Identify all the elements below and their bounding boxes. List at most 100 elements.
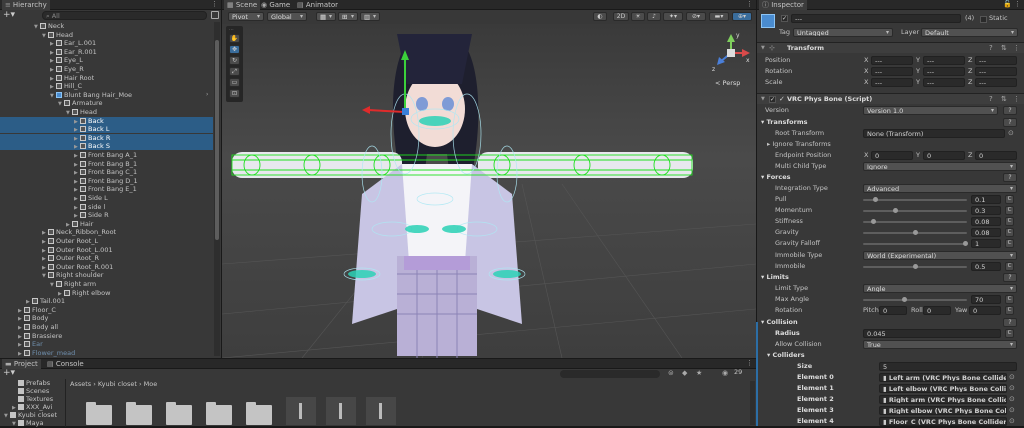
hierarchy-scroll-thumb[interactable] (215, 40, 219, 240)
add-asset-icon[interactable]: +▾ (3, 368, 15, 378)
endpoint-y-field[interactable]: 0 (923, 151, 965, 160)
breadcrumb-item[interactable]: Assets (70, 380, 91, 388)
force-slider-knob[interactable] (873, 197, 878, 202)
hierarchy-item[interactable]: ▶ Neck_Ribbon_Root (0, 228, 213, 236)
physbone-header[interactable]: ▼ ✓ ✓ VRC Phys Bone (Script) ? ⇅ ⋮ (757, 93, 1024, 104)
audio-toggle[interactable]: ♪ (647, 12, 661, 21)
tree-item-prefabs[interactable]: Prefabs (18, 379, 50, 387)
force-slider[interactable] (863, 230, 967, 235)
transform-z-field[interactable]: --- (975, 56, 1017, 65)
yaw-field[interactable]: 0 (969, 306, 1001, 315)
global-dropdown[interactable]: Global (267, 12, 307, 21)
hierarchy-item[interactable]: ▶ Outer Root_L (0, 237, 213, 245)
hierarchy-item[interactable]: ▶ Back S (0, 142, 213, 151)
rotate-tool-icon[interactable]: ↻ (229, 56, 240, 65)
grid-plane-dropdown[interactable]: ▥ (360, 12, 380, 21)
asset-folder[interactable] (246, 402, 272, 425)
hierarchy-item[interactable]: ▼ Right shoulder (0, 271, 213, 279)
hierarchy-item[interactable]: ▶ Front Bang C_1 (0, 168, 213, 176)
collision-help-button[interactable]: ? (1003, 318, 1017, 327)
object-picker-icon[interactable]: ⊙ (1009, 373, 1015, 381)
hierarchy-item[interactable]: ▶ Back (0, 116, 213, 125)
scene-viewport[interactable]: ··· ✋ ✥ ↻ ⤢ ▭ ⊡ y x z < Persp (222, 24, 756, 358)
hierarchy-item[interactable]: ▶ Outer Root_R.001 (0, 263, 213, 271)
asset-folder[interactable] (166, 402, 192, 425)
hierarchy-item[interactable]: ▶ Front Bang D_1 (0, 177, 213, 185)
tag-dropdown[interactable]: Untagged (793, 28, 893, 37)
presets-icon[interactable]: ⇅ (1001, 95, 1007, 103)
hierarchy-item[interactable]: ▶ Flower_mead (0, 349, 213, 357)
transform-x-field[interactable]: --- (871, 67, 913, 76)
hierarchy-item[interactable]: ▶ Outer Root_R (0, 254, 213, 262)
hierarchy-item[interactable]: ▶ Eye_L (0, 56, 213, 64)
effects-toggle[interactable]: ✦▾ (663, 12, 683, 21)
grid-snap-dropdown[interactable]: ▦ (316, 12, 336, 21)
max-angle-curve-button[interactable]: C (1005, 295, 1014, 304)
hierarchy-item[interactable]: ▶ Front Bang A_1 (0, 151, 213, 159)
inspector-more-icon[interactable]: ⋮ (1014, 0, 1021, 8)
tree-item-textures[interactable]: Textures (18, 395, 53, 403)
scene-more-icon[interactable]: ⋮ (746, 0, 753, 8)
roll-field[interactable]: 0 (923, 306, 951, 315)
more-icon[interactable]: ⋮ (211, 0, 218, 8)
hierarchy-item[interactable]: ▶ Tail.001 (0, 297, 213, 305)
lighting-toggle[interactable]: ☀ (631, 12, 645, 21)
limits-section-header[interactable]: ▾ Limits (761, 273, 789, 282)
max-angle-slider[interactable] (863, 297, 967, 302)
collision-section-header[interactable]: ▾ Collision (761, 318, 798, 327)
snap-increment-dropdown[interactable]: ⊞ (338, 12, 358, 21)
limit-type-dropdown[interactable]: Angle (863, 284, 1017, 293)
radius-field[interactable]: 0.045 (863, 329, 1001, 338)
rect-tool-icon[interactable]: ▭ (229, 78, 240, 87)
hierarchy-item[interactable]: ▶ Side R (0, 211, 213, 219)
hierarchy-item[interactable]: ▶ side l (0, 203, 213, 211)
layer-dropdown[interactable]: Default (921, 28, 1018, 37)
tab-console[interactable]: ▤ Console (44, 359, 87, 369)
immobile-slider[interactable] (863, 264, 967, 269)
object-picker-icon[interactable]: ⊙ (1009, 406, 1015, 414)
gizmos-button[interactable]: ⊕▾ (732, 12, 752, 21)
hierarchy-item[interactable]: ▶ Front Bang E_1 (0, 185, 213, 193)
endpoint-x-field[interactable]: 0 (871, 151, 913, 160)
force-slider[interactable] (863, 219, 967, 224)
visibility-icon[interactable]: ◉ (722, 369, 728, 377)
pitch-field[interactable]: 0 (879, 306, 907, 315)
breadcrumb-item[interactable]: Kyubi closet (98, 380, 137, 388)
tab-game[interactable]: ◉ Game (258, 0, 293, 10)
filter-icon[interactable]: ⊜ (668, 369, 674, 377)
project-search-input[interactable] (560, 370, 660, 378)
force-value-field[interactable]: 0.08 (971, 217, 1001, 226)
transform-x-field[interactable]: --- (871, 56, 913, 65)
hierarchy-item[interactable]: ▼ Armature (0, 99, 213, 107)
move-tool-icon[interactable]: ✥ (229, 45, 240, 54)
hierarchy-item[interactable]: ▶ Ear_R.001 (0, 48, 213, 56)
colliders-size-field[interactable]: 5 (879, 362, 1017, 371)
collider-field[interactable]: ▮ Right arm (VRC Phys Bone Collider) (879, 395, 1007, 404)
forces-section-header[interactable]: ▾ Forces (761, 173, 791, 182)
allow-collision-dropdown[interactable]: True (863, 340, 1017, 349)
force-slider-knob[interactable] (963, 241, 968, 246)
object-picker-icon[interactable]: ⊙ (1008, 129, 1014, 137)
force-value-field[interactable]: 0.08 (971, 228, 1001, 237)
immobile-curve-button[interactable]: C (1005, 262, 1014, 271)
force-slider-knob[interactable] (913, 230, 918, 235)
force-slider-knob[interactable] (893, 208, 898, 213)
hierarchy-item[interactable]: ▼ Neck (0, 22, 213, 30)
tab-scene[interactable]: ▦ Scene (224, 0, 261, 10)
asset-folder[interactable] (206, 402, 232, 425)
object-picker-icon[interactable]: ⊙ (1009, 384, 1015, 392)
transform-tool-icon[interactable]: ⊡ (229, 89, 240, 98)
force-value-field[interactable]: 0.3 (971, 206, 1001, 215)
asset-thumbnail[interactable] (366, 397, 396, 425)
transforms-section-header[interactable]: ▾ Transforms (761, 118, 807, 127)
version-dropdown[interactable]: Version 1.0 (863, 106, 998, 115)
radius-curve-button[interactable]: C (1005, 329, 1014, 338)
force-slider[interactable] (863, 197, 967, 202)
integration-type-dropdown[interactable]: Advanced (863, 184, 1017, 193)
component-enabled-checkbox[interactable]: ✓ (769, 96, 776, 103)
static-checkbox[interactable] (980, 16, 987, 23)
project-more-icon[interactable]: ⋮ (746, 359, 753, 367)
presets-icon[interactable]: ⇅ (1001, 44, 1007, 52)
asset-thumbnail[interactable] (326, 397, 356, 425)
transform-z-field[interactable]: --- (975, 78, 1017, 87)
